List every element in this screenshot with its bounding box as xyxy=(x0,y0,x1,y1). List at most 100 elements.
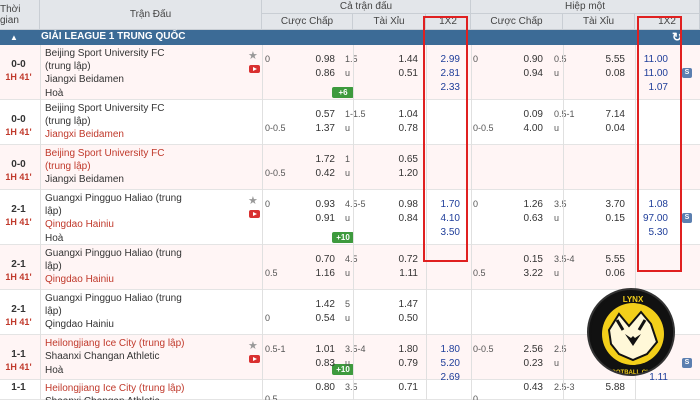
side-stats-button[interactable]: S xyxy=(682,68,692,78)
handicap-away-odds[interactable]: 0.83 xyxy=(300,358,335,369)
away-team[interactable]: Jiangxi Beidamen xyxy=(45,129,124,140)
away-team[interactable]: Jiangxi Beidamen xyxy=(45,74,124,85)
handicap-away-odds[interactable]: 1.37 xyxy=(300,123,335,134)
over-odds[interactable]: 0.98 xyxy=(383,199,418,210)
favorite-star-icon[interactable]: ★ xyxy=(248,49,258,62)
handicap-away-odds[interactable]: 0.91 xyxy=(300,213,335,224)
handicap-home-odds[interactable]: 0.80 xyxy=(300,382,335,393)
handicap-home-odds[interactable]: 1.01 xyxy=(300,344,335,355)
away-team[interactable]: Shaanxi Changan Athletic xyxy=(45,396,160,400)
live-tv-icon[interactable] xyxy=(249,355,260,363)
over-odds[interactable]: 1.04 xyxy=(383,109,418,120)
half-handicap-home-odds[interactable]: 0.09 xyxy=(508,109,543,120)
home-team[interactable]: Guangxi Pingguo Haliao (trung xyxy=(45,193,182,204)
match-time: 1H 41' xyxy=(5,172,32,182)
half-over-odds[interactable]: 5.88 xyxy=(590,382,625,393)
handicap-line: 0-0.5 xyxy=(265,168,286,178)
away-win-odds[interactable]: 5.20 xyxy=(425,358,460,369)
home-team[interactable]: Heilongjiang Ice City (trung lập) xyxy=(45,338,185,349)
half-ou-line: 2.5-3 xyxy=(554,382,575,392)
half-handicap-home-odds[interactable]: 0.15 xyxy=(508,254,543,265)
handicap-home-odds[interactable]: 0.93 xyxy=(300,199,335,210)
under-odds[interactable]: 0.51 xyxy=(383,68,418,79)
handicap-away-odds[interactable]: 0.42 xyxy=(300,168,335,179)
favorite-star-icon[interactable]: ★ xyxy=(248,194,258,207)
home-team[interactable]: Beijing Sport University FC xyxy=(45,103,164,114)
over-odds[interactable]: 0.72 xyxy=(383,254,418,265)
draw-label: Hoà xyxy=(45,365,64,376)
half-over-odds[interactable]: 5.55 xyxy=(590,254,625,265)
half-handicap-home-odds[interactable]: 0.43 xyxy=(508,382,543,393)
handicap-away-odds[interactable]: 1.16 xyxy=(300,268,335,279)
score: 2-1 xyxy=(11,259,26,270)
match-row: 2-1 1H 41' Guangxi Pingguo Haliao (trung lậ… xyxy=(0,190,700,245)
under-odds[interactable]: 0.84 xyxy=(383,213,418,224)
match-row: 0-0 1H 41' Beijing Sport University FC (tru… xyxy=(0,100,700,145)
under-odds[interactable]: 1.11 xyxy=(383,268,418,279)
half-handicap-away-odds[interactable]: 3.22 xyxy=(508,268,543,279)
away-team[interactable]: Qingdao Hainiu xyxy=(45,219,114,230)
over-odds[interactable]: 1.80 xyxy=(383,344,418,355)
handicap-away-odds[interactable]: 0.54 xyxy=(300,313,335,324)
half-under-odds[interactable]: 0.06 xyxy=(590,268,625,279)
home-team[interactable]: Beijing Sport University FC xyxy=(45,48,164,59)
half-handicap-away-odds[interactable]: 4.00 xyxy=(508,123,543,134)
half-handicap-away-odds[interactable]: 0.23 xyxy=(508,358,543,369)
league-bar[interactable]: ▲ GIẢI LEAGUE 1 TRUNG QUỐC ↻ xyxy=(0,30,700,45)
home-team-note: (trung lập) xyxy=(45,61,91,72)
live-tv-icon[interactable] xyxy=(249,65,260,73)
ou-under-label: u xyxy=(345,68,351,78)
half-under-odds[interactable]: 0.04 xyxy=(590,123,625,134)
half-handicap-home-odds[interactable]: 2.56 xyxy=(508,344,543,355)
handicap-home-odds[interactable]: 1.72 xyxy=(300,154,335,165)
home-win-odds[interactable]: 1.80 xyxy=(425,344,460,355)
live-tv-icon[interactable] xyxy=(249,210,260,218)
half-over-odds[interactable]: 3.70 xyxy=(590,199,625,210)
handicap-home-odds[interactable]: 0.98 xyxy=(300,54,335,65)
under-odds[interactable]: 0.50 xyxy=(383,313,418,324)
home-team[interactable]: Beijing Sport University FC xyxy=(45,148,164,159)
half-ou-line: 3.5-4 xyxy=(554,254,575,264)
over-odds[interactable]: 0.65 xyxy=(383,154,418,165)
half-over-odds[interactable]: 5.55 xyxy=(590,54,625,65)
away-team[interactable]: Qingdao Hainiu xyxy=(45,274,114,285)
more-markets-badge[interactable]: +10 xyxy=(332,364,354,375)
match-time: 1H 41' xyxy=(5,362,32,372)
handicap-away-odds[interactable]: 0.86 xyxy=(300,68,335,79)
favorite-star-icon[interactable]: ★ xyxy=(248,339,258,352)
side-stats-button[interactable]: S xyxy=(682,213,692,223)
half-handicap-away-odds[interactable]: 0.63 xyxy=(508,213,543,224)
more-markets-badge[interactable]: +10 xyxy=(332,232,354,243)
score: 0-0 xyxy=(11,59,26,70)
over-odds[interactable]: 1.47 xyxy=(383,299,418,310)
side-stats-button[interactable]: S xyxy=(682,358,692,368)
away-team[interactable]: Jiangxi Beidamen xyxy=(45,174,124,185)
home-team[interactable]: Guangxi Pingguo Haliao (trung xyxy=(45,248,182,259)
half-handicap-home-odds[interactable]: 0.90 xyxy=(508,54,543,65)
away-team[interactable]: Qingdao Hainiu xyxy=(45,319,114,330)
handicap-home-odds[interactable]: 0.70 xyxy=(300,254,335,265)
under-odds[interactable]: 0.78 xyxy=(383,123,418,134)
half-under-odds[interactable]: 0.15 xyxy=(590,213,625,224)
handicap-home-odds[interactable]: 0.57 xyxy=(300,109,335,120)
under-odds[interactable]: 1.20 xyxy=(383,168,418,179)
under-odds[interactable]: 0.79 xyxy=(383,358,418,369)
collapse-icon[interactable]: ▲ xyxy=(10,33,18,42)
half-handicap-home-odds[interactable]: 1.26 xyxy=(508,199,543,210)
over-odds[interactable]: 0.71 xyxy=(383,382,418,393)
away-team[interactable]: Shaanxi Changan Athletic xyxy=(45,351,160,362)
over-odds[interactable]: 1.44 xyxy=(383,54,418,65)
highlight-1x2-half xyxy=(637,16,682,272)
more-markets-badge[interactable]: +6 xyxy=(332,87,354,98)
home-team[interactable]: Guangxi Pingguo Haliao (trung xyxy=(45,293,182,304)
half-handicap-line: 0.5 xyxy=(473,268,486,278)
half-over-odds[interactable]: 7.14 xyxy=(590,109,625,120)
half-under-odds[interactable]: 0.08 xyxy=(590,68,625,79)
half-handicap-away-odds[interactable]: 0.94 xyxy=(508,68,543,79)
ou-under-label: u xyxy=(345,268,351,278)
half-ou-line: 0.5-1 xyxy=(554,109,575,119)
handicap-home-odds[interactable]: 1.42 xyxy=(300,299,335,310)
home-team[interactable]: Heilongjiang Ice City (trung lập) xyxy=(45,383,185,394)
home-team-note: lập) xyxy=(45,306,62,317)
match-row: 0-0 1H 41' Beijing Sport University FC (tru… xyxy=(0,145,700,190)
